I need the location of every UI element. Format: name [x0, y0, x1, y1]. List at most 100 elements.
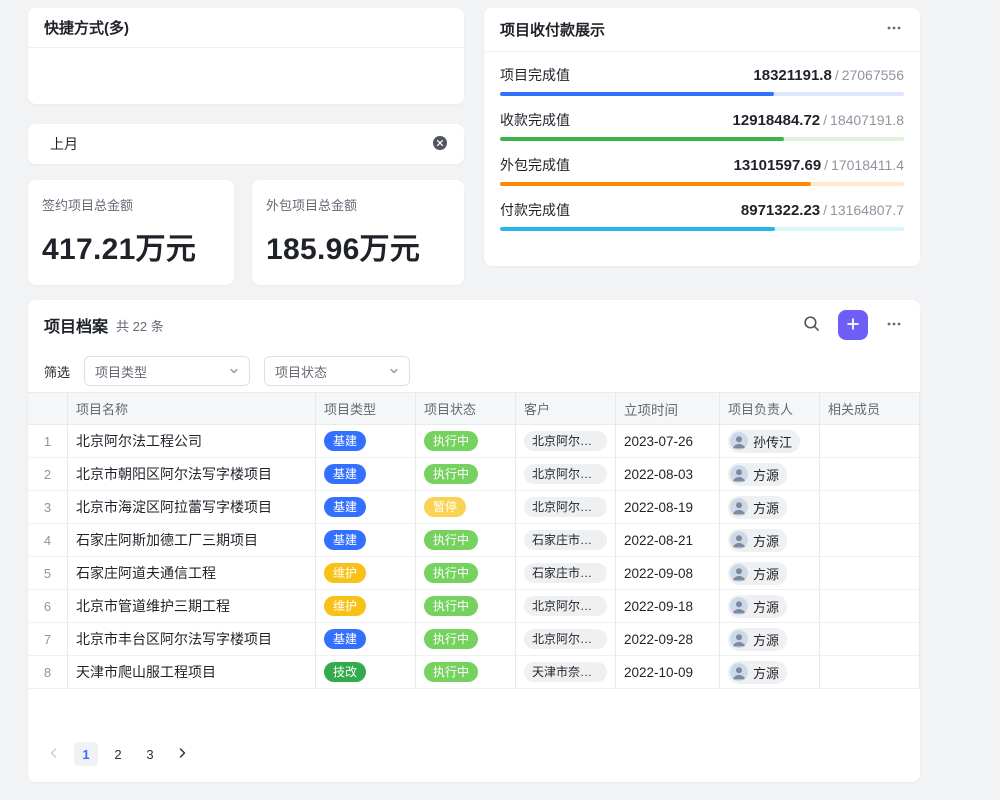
project-name-cell: 天津市爬山服工程项目 — [68, 656, 316, 688]
project-type-cell: 技改 — [316, 656, 416, 688]
project-type-badge: 维护 — [324, 596, 366, 616]
project-status-badge: 执行中 — [424, 563, 478, 583]
owner-name: 方源 — [753, 597, 779, 616]
project-name: 石家庄阿斯加德工厂三期项目 — [76, 530, 258, 550]
project-name-cell: 北京阿尔法工程公司 — [68, 425, 316, 457]
table-row[interactable]: 5 石家庄阿道夫通信工程 维护 执行中 石家庄市A县 2022-09-08 — [28, 557, 920, 590]
table-row[interactable]: 8 天津市爬山服工程项目 技改 执行中 天津市奈文… 2022-10-09 — [28, 656, 920, 689]
metric-values: 13101597.69/17018411.4 — [734, 157, 904, 175]
table-row[interactable]: 1 北京阿尔法工程公司 基建 执行中 北京阿尔法… 2023-07-26 — [28, 425, 920, 458]
metric-row: 项目完成值 18321191.8/27067556 — [500, 65, 904, 96]
stat-value: 417.21万元 — [42, 224, 220, 268]
project-status-badge: 暂停 — [424, 497, 466, 517]
metric-label: 项目完成值 — [500, 65, 570, 85]
period-filter-label: 上月 — [50, 134, 78, 154]
stat-card-outsourced-amount: 外包项目总金额 185.96万元 — [252, 180, 464, 285]
row-index: 6 — [28, 590, 68, 622]
owner-cell: 方源 — [720, 656, 820, 688]
metric-label: 外包完成值 — [500, 155, 570, 175]
table-row[interactable]: 2 北京市朝阳区阿尔法写字楼项目 基建 执行中 北京阿尔法… 2022-08-0… — [28, 458, 920, 491]
customer-cell: 天津市奈文… — [516, 656, 616, 688]
header-members: 相关成员 — [820, 393, 920, 424]
project-status-cell: 执行中 — [416, 425, 516, 457]
metric-line: 外包完成值 13101597.69/17018411.4 — [500, 155, 904, 175]
metric-separator: / — [823, 112, 827, 128]
stat-cards-row: 签约项目总金额 417.21万元 外包项目总金额 185.96万元 — [28, 180, 464, 285]
pagination-next[interactable] — [170, 742, 194, 766]
more-button[interactable] — [884, 18, 904, 41]
progress-track — [500, 92, 904, 96]
owner-cell: 方源 — [720, 524, 820, 556]
customer-tag: 北京阿尔法… — [524, 596, 607, 616]
plus-icon — [846, 317, 860, 334]
ellipsis-icon — [886, 316, 902, 335]
pagination: 1 2 3 — [28, 742, 920, 782]
search-button[interactable] — [801, 313, 822, 337]
project-type-cell: 基建 — [316, 623, 416, 655]
owner-pill: 方源 — [728, 463, 787, 486]
metric-values: 8971322.23/13164807.7 — [741, 202, 904, 220]
progress-fill — [500, 92, 774, 96]
start-date-cell: 2022-10-09 — [616, 656, 720, 688]
owner-pill: 方源 — [728, 562, 787, 585]
project-status-cell: 执行中 — [416, 656, 516, 688]
owner-cell: 方源 — [720, 458, 820, 490]
start-date-cell: 2022-09-18 — [616, 590, 720, 622]
customer-cell: 北京阿尔法… — [516, 590, 616, 622]
table-row[interactable]: 6 北京市管道维护三期工程 维护 执行中 北京阿尔法… 2022-09-18 — [28, 590, 920, 623]
more-button[interactable] — [884, 314, 904, 337]
stat-card-signed-amount: 签约项目总金额 417.21万元 — [28, 180, 234, 285]
project-status-badge: 执行中 — [424, 662, 478, 682]
start-date-cell: 2022-08-03 — [616, 458, 720, 490]
dashboard-page: 快捷方式(多) 上月 签约项目总金额 417.21万元 外包项目总金 — [0, 0, 920, 782]
customer-tag: 天津市奈文… — [524, 662, 607, 682]
customer-tag: 石家庄市A… — [524, 530, 607, 550]
owner-name: 方源 — [753, 465, 779, 484]
project-name-cell: 北京市丰台区阿尔法写字楼项目 — [68, 623, 316, 655]
ellipsis-icon — [886, 20, 902, 39]
avatar — [730, 432, 748, 450]
chevron-down-icon — [229, 364, 239, 379]
members-cell — [820, 590, 920, 622]
project-name-cell: 石家庄阿斯加德工厂三期项目 — [68, 524, 316, 556]
table-card-header: 项目档案 共 22 条 — [28, 300, 920, 350]
progress-fill — [500, 182, 811, 186]
row-index: 7 — [28, 623, 68, 655]
metric-total-value: 13164807.7 — [830, 202, 904, 218]
payments-card: 项目收付款展示 项目完成值 18321191.8/27067556 — [484, 8, 920, 266]
row-index: 8 — [28, 656, 68, 688]
metric-values: 18321191.8/27067556 — [753, 67, 904, 85]
add-record-button[interactable] — [838, 310, 868, 340]
table-row[interactable]: 3 北京市海淀区阿拉蕾写字楼项目 基建 暂停 北京阿尔法… 2022-08-19 — [28, 491, 920, 524]
project-type-filter[interactable]: 项目类型 — [84, 356, 250, 386]
project-status-filter[interactable]: 项目状态 — [264, 356, 410, 386]
project-type-badge: 维护 — [324, 563, 366, 583]
avatar — [730, 564, 748, 582]
project-status-cell: 执行中 — [416, 557, 516, 589]
project-type-badge: 技改 — [324, 662, 366, 682]
customer-tag: 石家庄市A县 — [524, 563, 607, 583]
table-row[interactable]: 4 石家庄阿斯加德工厂三期项目 基建 执行中 石家庄市A… 2022-08-21 — [28, 524, 920, 557]
customer-cell: 石家庄市A县 — [516, 557, 616, 589]
avatar — [730, 630, 748, 648]
metric-current-value: 18321191.8 — [753, 67, 831, 84]
members-cell — [820, 557, 920, 589]
pagination-page-3[interactable]: 3 — [138, 742, 162, 766]
metric-row: 外包完成值 13101597.69/17018411.4 — [500, 155, 904, 186]
circle-x-icon — [432, 135, 448, 154]
project-name: 北京市丰台区阿尔法写字楼项目 — [76, 629, 272, 649]
pagination-page-1[interactable]: 1 — [74, 742, 98, 766]
project-name-cell: 北京市管道维护三期工程 — [68, 590, 316, 622]
table-row[interactable]: 7 北京市丰台区阿尔法写字楼项目 基建 执行中 北京阿尔法… 2022-09-2… — [28, 623, 920, 656]
pagination-page-2[interactable]: 2 — [106, 742, 130, 766]
avatar — [730, 531, 748, 549]
table-card-actions — [801, 310, 904, 340]
project-name: 北京市海淀区阿拉蕾写字楼项目 — [76, 497, 272, 517]
pagination-prev[interactable] — [42, 742, 66, 766]
project-status-badge: 执行中 — [424, 464, 478, 484]
avatar — [730, 597, 748, 615]
project-name: 石家庄阿道夫通信工程 — [76, 563, 216, 583]
table-header-row: 项目名称 项目类型 项目状态 客户 立项时间 项目负责人 相关成员 — [28, 392, 920, 425]
project-type-cell: 基建 — [316, 425, 416, 457]
clear-filter-button[interactable] — [432, 136, 448, 152]
